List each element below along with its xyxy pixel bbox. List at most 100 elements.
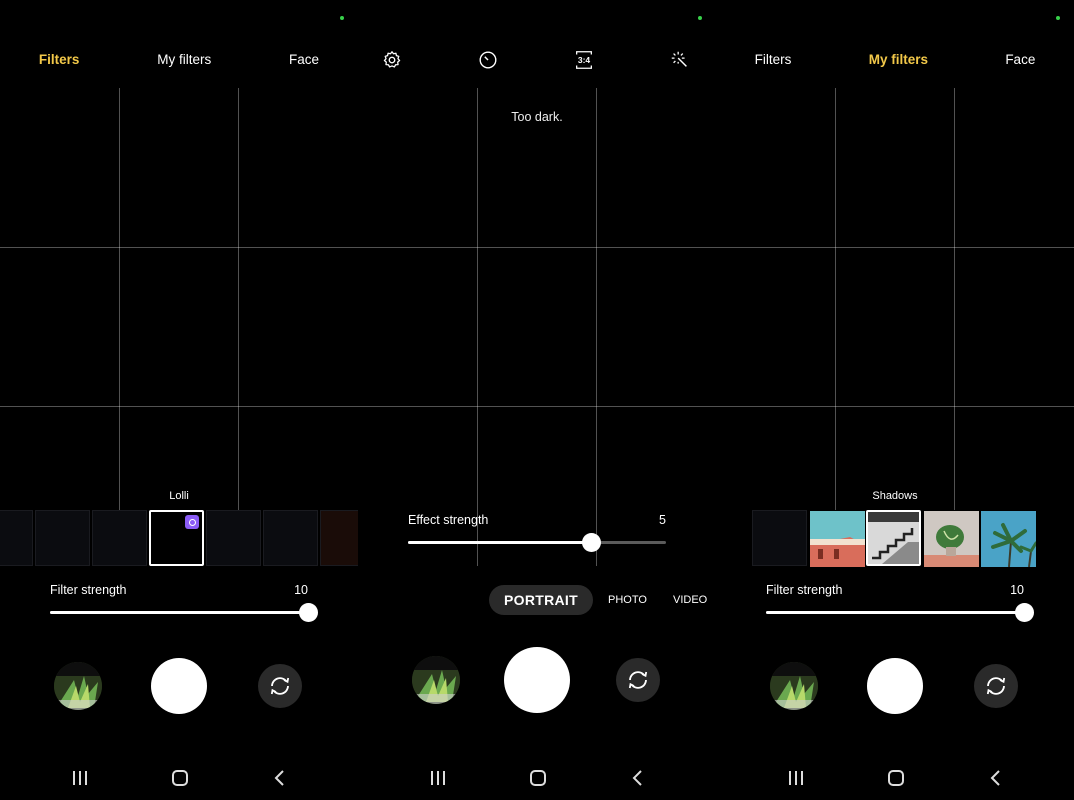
filter-name: Lolli <box>169 490 189 502</box>
aspect-ratio-button[interactable]: 3:4 <box>573 49 595 71</box>
system-navigation-bar <box>0 764 358 792</box>
home-button[interactable] <box>166 764 194 792</box>
my-filters-panel: Filters My filters Face Shadows Filter s… <box>716 0 1074 800</box>
slider-value: 10 <box>294 583 308 597</box>
slider-label: Effect strength <box>408 513 489 527</box>
settings-icon <box>383 51 401 68</box>
slider-fill <box>408 541 592 544</box>
slider-label: Filter strength <box>766 583 843 597</box>
slider-value: 5 <box>659 513 666 527</box>
slider-handle[interactable] <box>582 533 602 552</box>
filter-thumbnail-selected[interactable] <box>149 510 204 566</box>
plant-photo-icon <box>412 656 460 704</box>
palm-trees-photo-icon <box>981 511 1038 568</box>
filter-thumbnail[interactable] <box>35 510 90 566</box>
gallery-thumbnail[interactable] <box>770 662 818 710</box>
filters-panel: Filters My filters Face Lolli Filter str… <box>0 0 358 800</box>
tab-filters[interactable]: Filters <box>755 52 792 67</box>
portrait-panel: 3:4 Too dark. Effect strength 5 PORTRAIT… <box>358 0 716 800</box>
filter-thumbnail[interactable] <box>92 510 147 566</box>
home-button[interactable] <box>882 764 910 792</box>
shutter-button[interactable] <box>504 647 570 713</box>
grid-line <box>0 406 358 407</box>
slider-value: 10 <box>1010 583 1024 597</box>
effect-strength-slider[interactable] <box>408 533 666 552</box>
status-dot <box>1056 16 1060 20</box>
aspect-ratio-label: 3:4 <box>577 55 591 65</box>
status-dot <box>698 16 702 20</box>
tab-face[interactable]: Face <box>1005 52 1035 67</box>
slider-handle[interactable] <box>1015 603 1034 622</box>
filter-thumbnail[interactable] <box>809 510 865 567</box>
grid-line <box>358 247 716 248</box>
switch-camera-icon <box>270 677 290 695</box>
recent-apps-button[interactable] <box>782 764 810 792</box>
filter-thumbnail[interactable] <box>0 510 33 566</box>
grid-line <box>716 247 1074 248</box>
filter-thumbnail[interactable] <box>206 510 261 566</box>
slider-label: Filter strength <box>50 583 127 597</box>
back-button[interactable] <box>624 764 652 792</box>
back-icon <box>990 770 1000 786</box>
back-button[interactable] <box>266 764 294 792</box>
switch-camera-button[interactable] <box>258 664 302 708</box>
filter-thumbnail[interactable] <box>263 510 318 566</box>
filter-thumbnail-strip[interactable] <box>752 510 1038 568</box>
effects-button[interactable] <box>669 49 691 71</box>
building-photo-icon <box>810 511 865 567</box>
slider-fill <box>50 611 308 614</box>
recent-apps-button[interactable] <box>66 764 94 792</box>
settings-button[interactable] <box>381 49 403 71</box>
home-icon <box>530 770 546 786</box>
timer-icon <box>479 51 497 69</box>
gallery-thumbnail[interactable] <box>412 656 460 704</box>
mode-photo[interactable]: PHOTO <box>608 594 647 606</box>
gallery-thumbnail[interactable] <box>54 662 102 710</box>
shutter-button[interactable] <box>151 658 207 714</box>
grid-line <box>358 406 716 407</box>
home-icon <box>172 770 188 786</box>
filter-thumbnail[interactable] <box>320 510 358 566</box>
tab-filters[interactable]: Filters <box>39 52 80 67</box>
back-icon <box>632 770 642 786</box>
filter-strength-slider[interactable] <box>50 603 318 622</box>
tab-my-filters[interactable]: My filters <box>157 52 211 67</box>
timer-button[interactable] <box>477 49 499 71</box>
shutter-button[interactable] <box>867 658 923 714</box>
filter-thumbnail[interactable] <box>923 510 979 567</box>
home-button[interactable] <box>524 764 552 792</box>
status-dot <box>340 16 344 20</box>
filter-thumbnail[interactable] <box>980 510 1038 568</box>
switch-camera-button[interactable] <box>616 658 660 702</box>
recent-apps-icon <box>431 771 445 785</box>
tab-my-filters[interactable]: My filters <box>869 52 928 67</box>
back-button[interactable] <box>982 764 1010 792</box>
effects-wand-icon <box>671 51 687 67</box>
switch-camera-button[interactable] <box>974 664 1018 708</box>
filter-tabs: Filters My filters Face <box>716 52 1074 67</box>
recent-apps-button[interactable] <box>424 764 452 792</box>
grid-line <box>477 88 478 566</box>
filter-thumbnail-strip[interactable] <box>0 510 358 566</box>
filter-tabs: Filters My filters Face <box>0 52 358 67</box>
mode-portrait[interactable]: PORTRAIT <box>489 585 593 615</box>
grid-line <box>596 88 597 566</box>
slider-fill <box>766 611 1024 614</box>
scene-hint: Too dark. <box>511 110 563 124</box>
slider-handle[interactable] <box>299 603 318 622</box>
recent-apps-icon <box>789 771 803 785</box>
grid-line <box>716 406 1074 407</box>
stairs-photo-icon <box>868 512 919 564</box>
home-icon <box>888 770 904 786</box>
plant-photo-icon <box>770 662 818 710</box>
mode-video[interactable]: VIDEO <box>673 594 707 606</box>
filter-strength-slider[interactable] <box>766 603 1034 622</box>
system-navigation-bar <box>358 764 716 792</box>
filter-thumbnail-selected[interactable] <box>866 510 921 566</box>
system-navigation-bar <box>716 764 1074 792</box>
tab-face[interactable]: Face <box>289 52 319 67</box>
back-icon <box>274 770 284 786</box>
plant-photo-icon <box>924 511 979 567</box>
filter-name: Shadows <box>872 490 918 502</box>
filter-thumbnail[interactable] <box>752 510 807 566</box>
